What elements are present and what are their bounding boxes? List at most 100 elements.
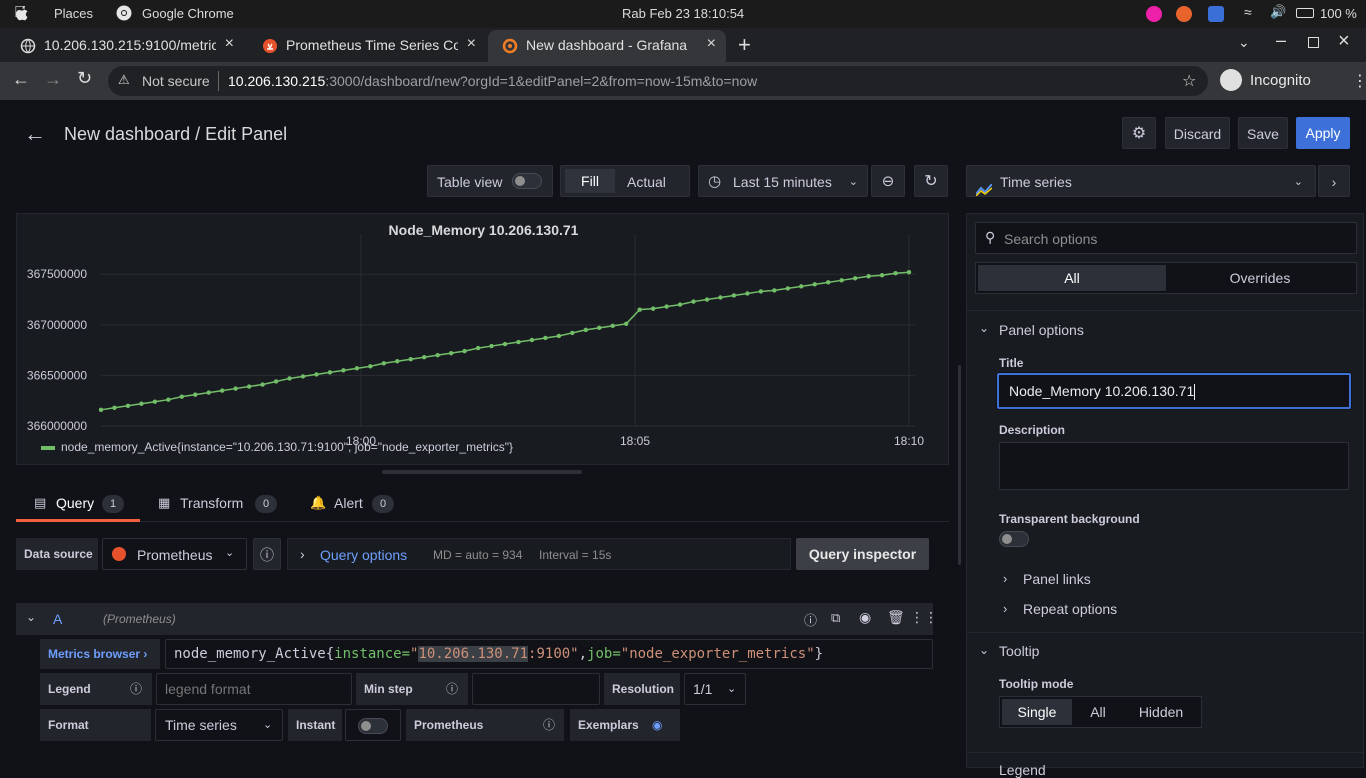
repeat-options-header[interactable]: Repeat options [1023,601,1117,617]
address-bar[interactable]: ⚠ Not secure 10.206.130.215:3000/dashboa… [108,66,1208,96]
back-icon[interactable]: ← [12,69,30,90]
discard-button[interactable]: Discard [1165,117,1230,149]
not-secure-label[interactable]: Not secure [142,73,210,89]
format-select[interactable]: Time series ⌄ [155,709,283,741]
tray-app-icon[interactable] [1146,6,1162,22]
zoom-out-button[interactable]: ⊖ [871,165,905,197]
tab-query[interactable]: ▤ Query 1 [16,490,140,522]
mode-single[interactable]: Single [1002,699,1072,725]
query-ref-id[interactable]: A [53,611,62,627]
close-tab-icon[interactable]: × [707,35,716,53]
forward-icon[interactable]: → [44,69,62,90]
min-step-input[interactable] [472,673,600,705]
legend-input[interactable] [156,673,352,705]
trash-icon[interactable]: 🗑 [887,609,905,626]
table-view-label: Table view [437,174,503,190]
tab-metrics[interactable]: 10.206.130.215:9100/metrics × [6,30,244,62]
help-icon[interactable]: ⓘ [804,610,817,629]
table-view-switch[interactable] [512,173,542,189]
filter-all[interactable]: All [978,265,1166,291]
count-badge: 0 [372,495,394,513]
chevron-right-icon[interactable]: › [1003,571,1007,586]
profile-label[interactable]: Incognito [1250,72,1311,89]
tray-app-icon-2[interactable] [1176,6,1192,22]
title-label: Title [999,356,1024,370]
filter-overrides[interactable]: Overrides [1166,265,1354,291]
transparent-toggle[interactable] [999,531,1029,547]
tab-search-icon[interactable]: ⌄ [1238,34,1250,51]
legend-series-name[interactable]: node_memory_Active{instance="10.206.130.… [61,440,513,454]
refresh-button[interactable]: ↻ [914,165,948,197]
chevron-right-icon[interactable]: › [1003,601,1007,616]
tray-app-icon-3[interactable] [1208,6,1224,22]
info-icon[interactable]: ⓘ [130,673,142,705]
apply-button[interactable]: Apply [1296,117,1350,149]
datasource-select[interactable]: Prometheus ⌄ [102,538,247,570]
instant-toggle[interactable] [358,718,388,734]
tab-prometheus[interactable]: Prometheus Time Series Collection × [248,30,486,62]
duplicate-icon[interactable]: ⧉ [831,610,840,626]
title-input[interactable]: Node_Memory 10.206.130.71 [997,373,1351,409]
time-range-picker[interactable]: ◷ Last 15 minutes ⌄ [698,165,868,197]
description-textarea[interactable] [999,442,1349,490]
line-chart[interactable]: 366000000 366500000 367000000 367500000 18:0… [17,214,950,466]
maximize-window-icon[interactable] [1308,37,1319,48]
actual-option[interactable]: Actual [627,166,666,198]
panel-links-header[interactable]: Panel links [1023,571,1091,587]
search-options-input[interactable]: ⚲ Search options [975,222,1357,254]
chevron-down-icon[interactable]: ⌄ [979,321,989,335]
mode-all[interactable]: All [1080,699,1116,725]
info-icon[interactable]: ⓘ [543,709,555,741]
active-app-name[interactable]: Google Chrome [142,6,234,21]
collapse-icon[interactable]: ⌄ [26,610,36,624]
minimize-window-icon[interactable]: – [1276,30,1286,51]
wifi-icon[interactable]: ≈ [1244,4,1252,20]
data-point [906,270,912,275]
legend-section-header[interactable]: Legend [999,762,1046,778]
close-window-icon[interactable]: × [1338,30,1350,53]
new-tab-button[interactable]: + [738,32,751,58]
places-menu[interactable]: Places [54,6,93,21]
drag-handle-icon[interactable]: ⋮⋮ [910,609,938,626]
resize-handle[interactable] [382,470,582,474]
back-arrow-icon[interactable]: ← [24,121,46,147]
query-options-bar[interactable]: › Query options MD = auto = 934 Interval… [287,538,791,570]
more-menu-icon[interactable]: ⋮ [1352,71,1366,91]
metrics-browser-button[interactable]: Metrics browser › [40,639,160,669]
visualization-picker[interactable]: Time series ⌄ [966,165,1316,197]
y-tick-label: 366500000 [27,368,87,382]
clock[interactable]: Rab Feb 23 18:10:54 [622,6,744,21]
chevron-down-icon[interactable]: ⌄ [979,643,989,657]
help-button[interactable]: ⓘ [253,538,281,570]
fill-option[interactable]: Fill [565,169,615,193]
legend-label-text: Legend [48,682,91,696]
tab-grafana[interactable]: New dashboard - Grafana × [488,30,726,62]
close-tab-icon[interactable]: × [225,35,234,53]
tab-alert[interactable]: 🔔 Alert 0 [310,490,400,522]
system-logo-icon[interactable] [14,5,28,21]
warning-icon[interactable]: ⚠ [118,72,130,88]
mode-hidden[interactable]: Hidden [1126,699,1196,725]
data-point [166,397,171,402]
panel-options-header[interactable]: Panel options [999,322,1084,338]
eye-icon[interactable]: ◉ [652,709,662,741]
volume-icon[interactable]: 🔊 [1270,4,1286,20]
reload-icon[interactable]: ↻ [77,68,92,89]
settings-gear-button[interactable]: ⚙ [1122,117,1156,149]
splitter-handle[interactable] [958,365,961,565]
eye-icon[interactable]: ◉ [859,609,871,626]
tab-transform[interactable]: ▦ Transform 0 [156,490,284,522]
resolution-select[interactable]: 1/1 ⌄ [684,673,746,705]
exemplars-label: Exemplars ◉ [570,709,680,741]
close-tab-icon[interactable]: × [467,35,476,53]
info-icon[interactable]: ⓘ [446,673,458,705]
tooltip-header[interactable]: Tooltip [999,643,1039,659]
bookmark-star-icon[interactable]: ☆ [1182,71,1196,91]
query-inspector-button[interactable]: Query inspector [796,538,929,570]
promql-input[interactable]: node_memory_Active{instance="10.206.130.… [165,639,933,669]
expr-end: } [814,646,824,662]
save-button[interactable]: Save [1238,117,1288,149]
collapse-options-button[interactable]: › [1318,165,1350,197]
battery-icon[interactable] [1296,8,1314,18]
incognito-icon[interactable] [1220,69,1242,91]
